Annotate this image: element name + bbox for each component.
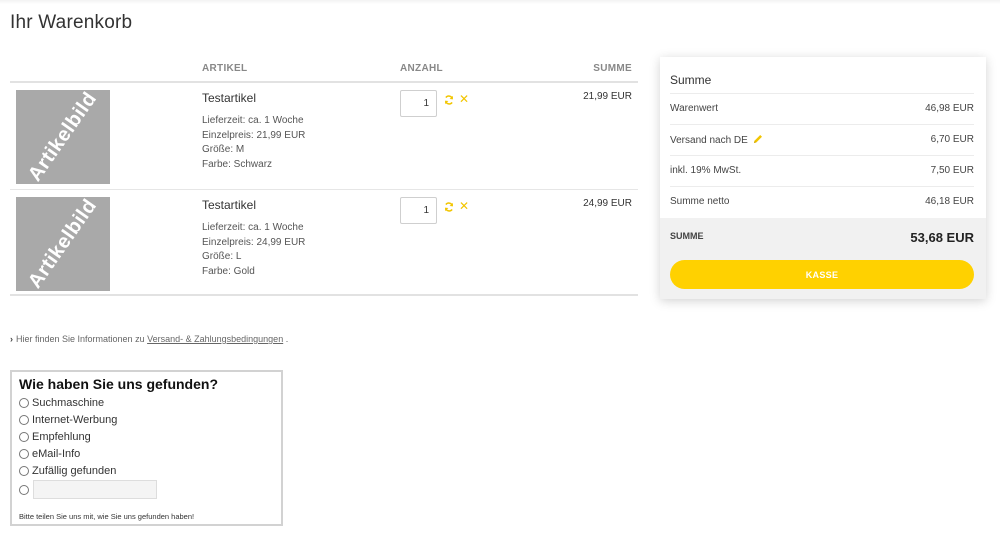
shipping-payment-terms-link[interactable]: Versand- & Zahlungsbedingungen	[147, 334, 283, 344]
pencil-edit-icon[interactable]	[753, 134, 763, 144]
survey-option-label[interactable]: Internet-Werbung	[32, 414, 117, 426]
summary-row-versand: Versand nach DE 6,70 EUR	[670, 124, 974, 156]
survey-option-other[interactable]	[19, 479, 281, 501]
summary-value: 7,50 EUR	[930, 165, 974, 176]
referral-survey: Wie haben Sie uns gefunden? Suchmaschine…	[10, 370, 283, 526]
summary-label: Versand nach DE	[670, 134, 763, 146]
column-header-summe: SUMME	[593, 63, 632, 74]
item-size: Größe: M	[202, 144, 245, 156]
radio-button[interactable]	[19, 415, 29, 426]
radio-button[interactable]	[19, 431, 29, 442]
checkout-button[interactable]: KASSE	[670, 260, 974, 289]
summary-value: 46,98 EUR	[925, 103, 974, 114]
total-value: 53,68 EUR	[910, 230, 974, 245]
item-delivery-time: Lieferzeit: ca. 1 Woche	[202, 222, 304, 233]
item-sum: 24,99 EUR	[583, 198, 632, 209]
item-details: Testartikel Lieferzeit: ca. 1 Woche Einz…	[202, 198, 305, 279]
item-unit-price: Einzelpreis: 24,99 EUR	[202, 236, 306, 248]
item-name[interactable]: Testartikel	[202, 198, 305, 212]
radio-button[interactable]	[19, 398, 29, 409]
summary-row-warenwert: Warenwert 46,98 EUR	[670, 93, 974, 125]
quantity-input[interactable]: 1	[400, 197, 437, 224]
survey-option-label[interactable]: Suchmaschine	[32, 397, 104, 409]
total-label: SUMME	[670, 231, 704, 241]
summary-value: 6,70 EUR	[930, 134, 974, 145]
survey-option-empfehlung[interactable]: Empfehlung	[19, 429, 281, 446]
product-image-placeholder[interactable]: Artikelbild	[16, 197, 110, 291]
item-details: Testartikel Lieferzeit: ca. 1 Woche Einz…	[202, 91, 305, 172]
cart-table: ARTIKEL ANZAHL SUMME Artikelbild Testart…	[10, 56, 638, 296]
info-suffix: .	[285, 334, 289, 344]
chevron-right-icon: ›	[10, 334, 13, 344]
summary-title: Summe	[670, 73, 712, 87]
page-title: Ihr Warenkorb	[10, 12, 133, 33]
summary-row-netto: Summe netto 46,18 EUR	[670, 186, 974, 218]
cart-item-row: Artikelbild Testartikel Lieferzeit: ca. …	[10, 190, 638, 296]
item-sum: 21,99 EUR	[583, 91, 632, 102]
survey-option-label[interactable]: Empfehlung	[32, 431, 91, 443]
product-image-placeholder[interactable]: Artikelbild	[16, 90, 110, 184]
summary-label: Summe netto	[670, 196, 730, 207]
survey-option-label[interactable]: eMail-Info	[32, 448, 80, 460]
refresh-icon[interactable]	[444, 202, 454, 212]
radio-button[interactable]	[19, 465, 29, 476]
survey-note: Bitte teilen Sie uns mit, wie Sie uns ge…	[19, 512, 195, 521]
column-header-anzahl: ANZAHL	[400, 63, 443, 74]
image-placeholder-text: Artikelbild	[23, 197, 102, 291]
survey-option-zufaellig[interactable]: Zufällig gefunden	[19, 462, 281, 479]
survey-title: Wie haben Sie uns gefunden?	[19, 376, 219, 392]
item-color: Farbe: Schwarz	[202, 158, 273, 170]
shipping-info-line: › Hier finden Sie Informationen zu Versan…	[10, 334, 288, 344]
top-strip	[0, 0, 1000, 4]
survey-option-internet-werbung[interactable]: Internet-Werbung	[19, 412, 281, 429]
summary-label: inkl. 19% MwSt.	[670, 165, 742, 176]
column-header-artikel: ARTIKEL	[202, 63, 248, 74]
radio-button[interactable]	[19, 484, 29, 495]
item-name[interactable]: Testartikel	[202, 91, 305, 105]
order-summary-panel: Summe Warenwert 46,98 EUR Versand nach D…	[660, 57, 986, 299]
survey-option-label[interactable]: Zufällig gefunden	[32, 465, 116, 477]
summary-row-mwst: inkl. 19% MwSt. 7,50 EUR	[670, 155, 974, 187]
refresh-icon[interactable]	[444, 95, 454, 105]
survey-option-email-info[interactable]: eMail-Info	[19, 445, 281, 462]
cart-item-row: Artikelbild Testartikel Lieferzeit: ca. …	[10, 83, 638, 190]
radio-button[interactable]	[19, 448, 29, 459]
shipping-label-text: Versand nach DE	[670, 135, 748, 146]
item-unit-price: Einzelpreis: 21,99 EUR	[202, 129, 306, 141]
item-color: Farbe: Gold	[202, 265, 255, 277]
info-text: Hier finden Sie Informationen zu	[16, 334, 145, 344]
quantity-input[interactable]: 1	[400, 90, 437, 117]
summary-label: Warenwert	[670, 103, 718, 114]
image-placeholder-text: Artikelbild	[23, 90, 102, 184]
summary-value: 46,18 EUR	[925, 196, 974, 207]
summary-total-block: SUMME 53,68 EUR KASSE	[660, 218, 986, 299]
item-size: Größe: L	[202, 251, 242, 263]
remove-item-icon[interactable]: ✕	[459, 200, 469, 212]
remove-item-icon[interactable]: ✕	[459, 93, 469, 105]
survey-option-suchmaschine[interactable]: Suchmaschine	[19, 395, 281, 412]
other-source-input[interactable]	[33, 480, 157, 500]
item-delivery-time: Lieferzeit: ca. 1 Woche	[202, 115, 304, 126]
cart-header: ARTIKEL ANZAHL SUMME	[10, 56, 638, 83]
